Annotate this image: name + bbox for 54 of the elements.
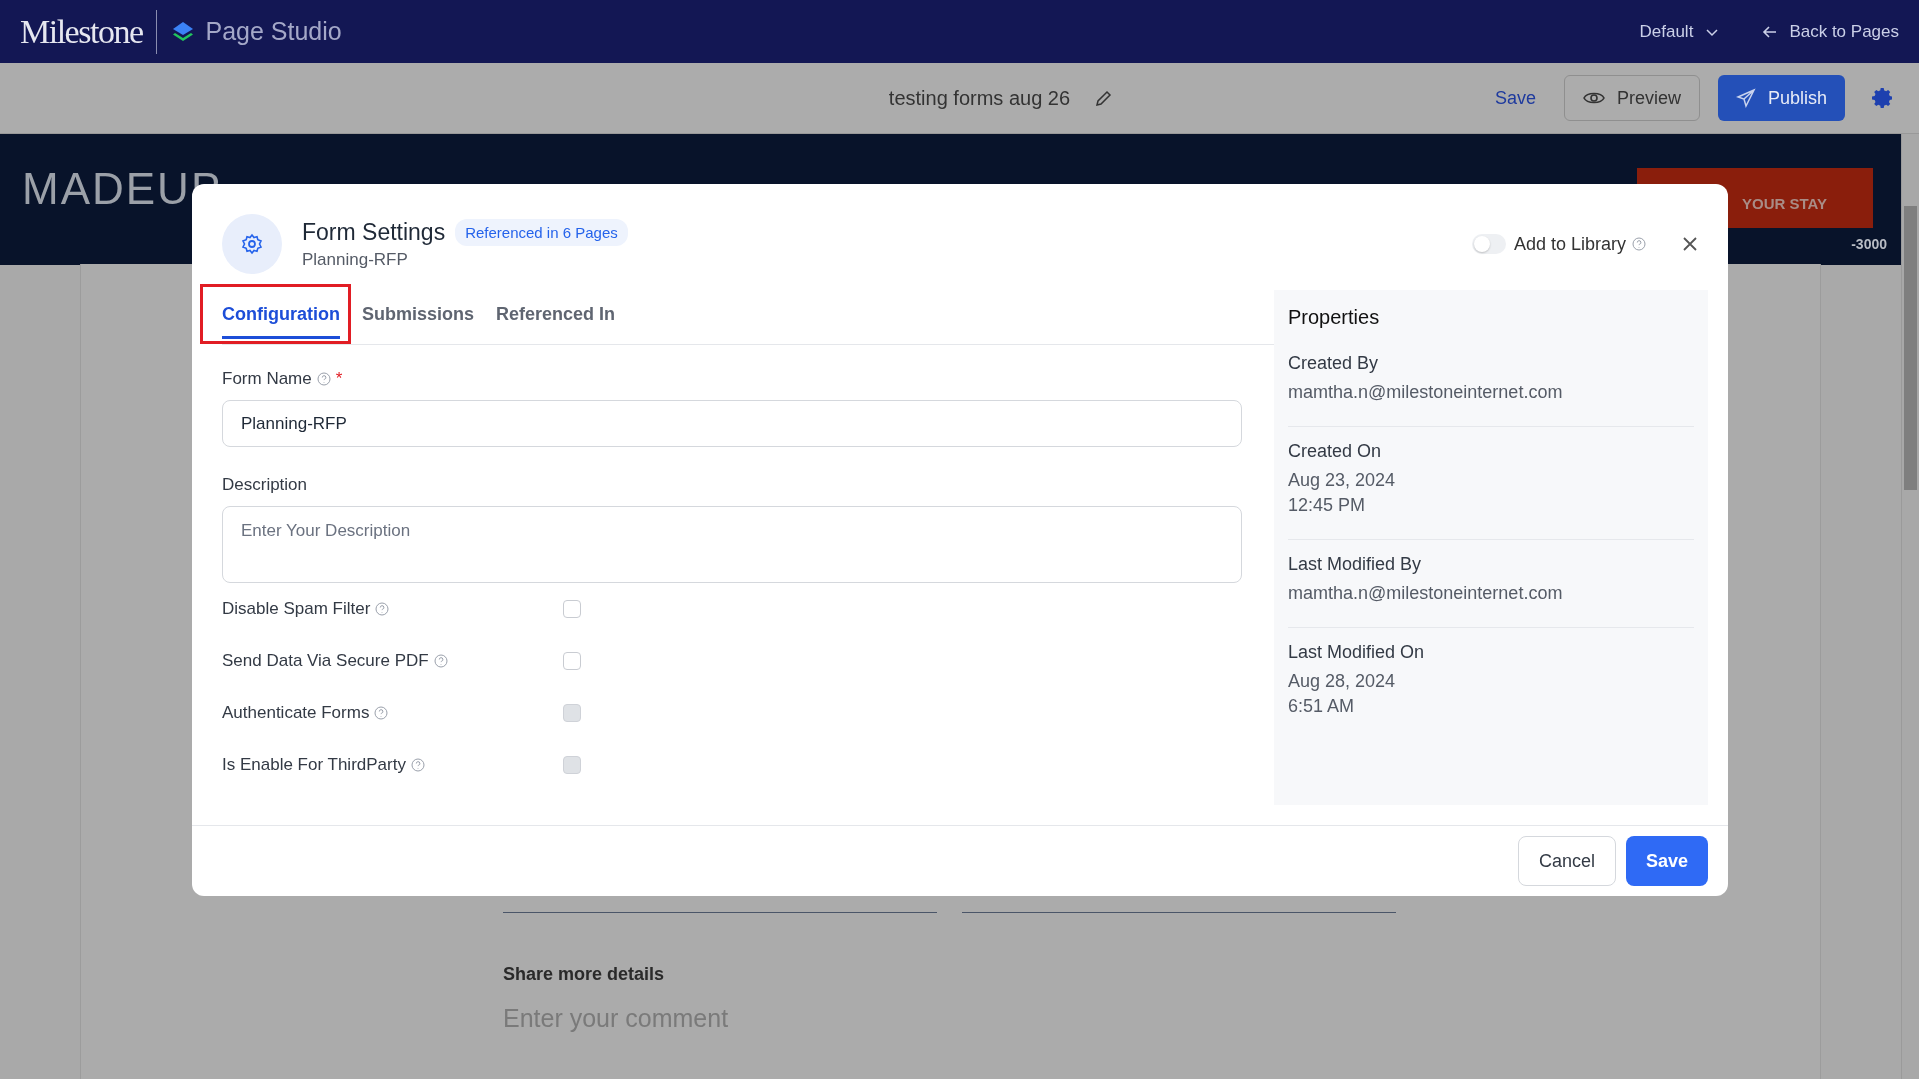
property-value: 6:51 AM xyxy=(1288,695,1356,718)
logo: Milestone xyxy=(20,12,143,51)
field-label: Form Name xyxy=(222,369,312,389)
help-icon xyxy=(433,654,448,668)
preview-button[interactable]: Preview xyxy=(1563,75,1700,121)
option-label: Send Data Via Secure PDF xyxy=(222,651,429,671)
option-label: Authenticate Forms xyxy=(222,703,370,723)
property-label: Last Modified On xyxy=(1288,642,1426,663)
required-mark: * xyxy=(335,369,343,389)
checkbox[interactable] xyxy=(563,652,581,670)
property-value: Aug 28, 2024 xyxy=(1288,670,1397,693)
cancel-button[interactable]: Cancel xyxy=(1517,836,1616,886)
form-name-field[interactable]: Planning-RFP xyxy=(222,400,1242,447)
tab[interactable]: Configuration xyxy=(200,284,351,344)
eye-icon xyxy=(1582,90,1605,106)
phone-number: -3000 xyxy=(1851,236,1887,252)
field-label: Share more details xyxy=(503,964,665,985)
property-value: mamtha.n@milestoneinternet.com xyxy=(1288,381,1564,404)
scrollbar[interactable] xyxy=(1901,134,1919,1079)
property-label: Created By xyxy=(1288,353,1380,374)
paper-plane-icon xyxy=(1735,88,1756,108)
option-label: Is Enable For ThirdParty xyxy=(222,755,406,775)
close-icon[interactable] xyxy=(1682,236,1698,252)
add-to-library-label: Add to Library xyxy=(1513,233,1626,255)
publish-button[interactable]: Publish xyxy=(1717,75,1845,121)
page-title: testing forms aug 26 xyxy=(888,86,1071,110)
description-field[interactable]: Enter Your Description xyxy=(222,506,1242,583)
property-label: Last Modified By xyxy=(1288,554,1423,575)
panel-title: Properties xyxy=(1288,306,1381,329)
product-name: Page Studio xyxy=(205,17,342,46)
property-value: Aug 23, 2024 xyxy=(1288,469,1397,492)
back-link[interactable]: Back to Pages xyxy=(1761,21,1899,42)
save-link[interactable]: Save xyxy=(1488,86,1542,110)
dialog-title: Form Settings xyxy=(302,218,446,246)
field-label: Description xyxy=(222,475,308,495)
property-value: mamtha.n@milestoneinternet.com xyxy=(1288,582,1564,605)
reference-badge: Referenced in 6 Pages xyxy=(455,218,628,246)
help-icon xyxy=(410,758,425,772)
option-label: Disable Spam Filter xyxy=(222,599,371,619)
property-value: 12:45 PM xyxy=(1288,494,1367,517)
toggle-switch[interactable] xyxy=(1471,234,1506,254)
help-icon xyxy=(1632,237,1646,251)
help-icon xyxy=(374,706,389,720)
help-icon xyxy=(316,372,331,386)
dialog-subtitle: Planning-RFP xyxy=(302,249,409,270)
tab[interactable]: Submissions xyxy=(351,284,485,344)
help-icon xyxy=(375,602,390,616)
theme-dropdown[interactable]: Default xyxy=(1639,21,1720,42)
checkbox[interactable] xyxy=(563,600,581,618)
layers-icon xyxy=(171,19,196,44)
tab[interactable]: Referenced In xyxy=(485,284,627,344)
save-button[interactable]: Save xyxy=(1625,836,1708,886)
settings-icon[interactable] xyxy=(1871,86,1895,110)
property-label: Created On xyxy=(1288,441,1383,462)
